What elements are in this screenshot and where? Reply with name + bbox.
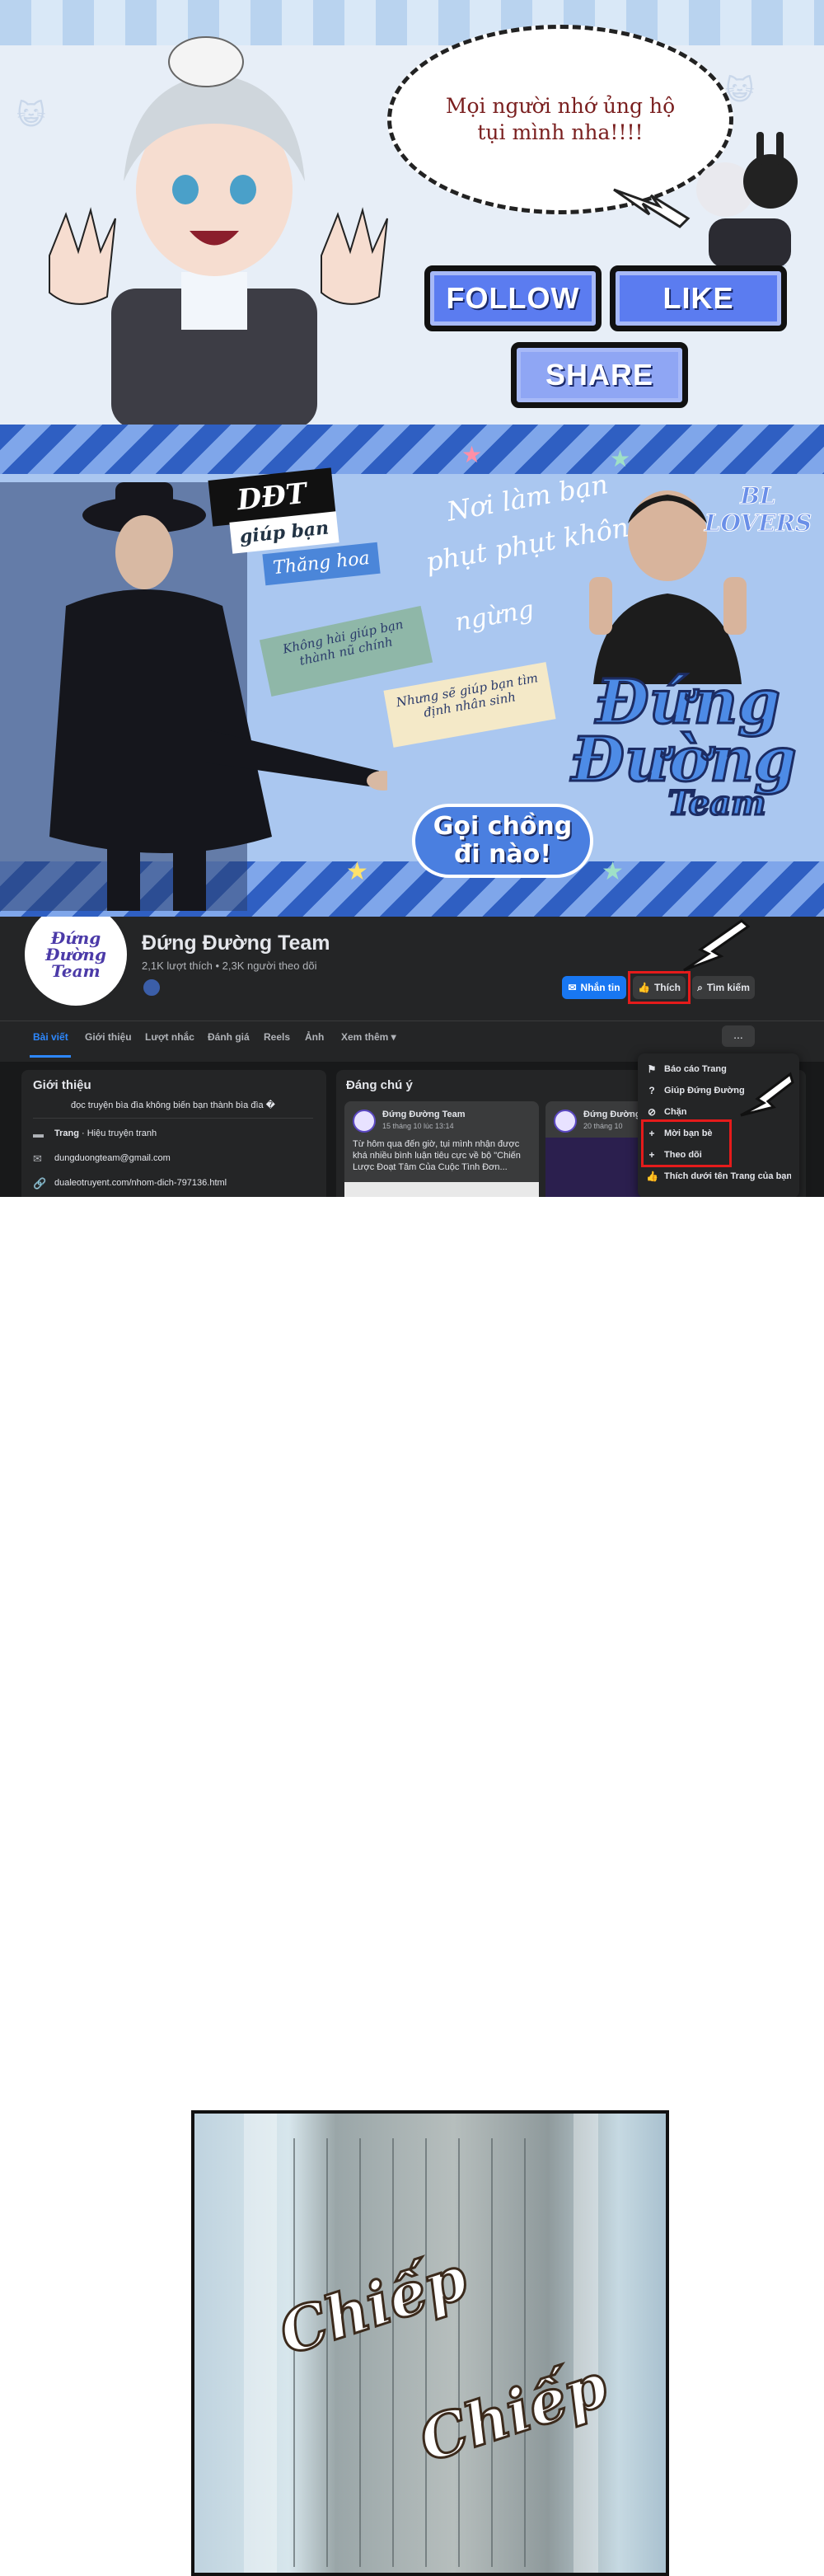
pointer-arrow-icon — [683, 919, 750, 972]
pointer-arrow-icon — [740, 1072, 794, 1117]
sound-effect-1: Chiếp — [269, 2241, 476, 2370]
category-text: · Hiệu truyện tranh — [78, 1128, 157, 1138]
like-icon: 👍 — [646, 1171, 658, 1182]
anime-boy-illustration — [49, 36, 388, 425]
blind-line — [359, 2138, 361, 2567]
mail-icon: ✉ — [33, 1152, 42, 1165]
window-frame — [244, 2114, 277, 2573]
post-date[interactable]: 20 tháng 10 — [583, 1122, 623, 1130]
team-title-line-1: Đứng — [594, 667, 781, 738]
search-icon: ⌕ — [697, 981, 703, 993]
intro-title: Giới thiệu — [33, 1078, 91, 1092]
comic-panel: Chiếp Chiếp — [191, 2110, 669, 2576]
post-image[interactable] — [344, 1182, 539, 1197]
highlight-box — [628, 971, 691, 1004]
page-avatar[interactable]: Đứng Đường Team — [21, 917, 130, 1009]
featured-title: Đáng chú ý — [346, 1078, 413, 1092]
divider — [33, 1118, 313, 1119]
call-husband-bubble: Gọi chồng đi nào! — [412, 804, 593, 878]
post-text-1: Từ hôm qua đến giờ, tụi mình nhận được — [353, 1139, 520, 1149]
post-date[interactable]: 15 tháng 10 lúc 13:14 — [382, 1122, 454, 1130]
follow-button[interactable]: FOLLOW — [424, 265, 602, 331]
menu-item-label: Chặn — [664, 1107, 687, 1117]
intro-bio: đọc truyện bìa đìa không biến bạn thành … — [71, 1100, 275, 1110]
chibi-couple-illustration — [696, 132, 798, 268]
pointer-arrow-icon — [613, 188, 691, 228]
page-name[interactable]: Đứng Đường Team — [142, 931, 330, 955]
like-button[interactable]: LIKE — [610, 265, 787, 331]
page-tabs: Bài viết Giới thiệu Lượt nhắc Đánh giá R… — [0, 1021, 824, 1058]
folder-icon: ▬ — [33, 1128, 44, 1140]
blind-line — [524, 2138, 526, 2567]
search-button-label: Tìm kiếm — [706, 982, 750, 993]
speech-line-2: tụi mình nha!!!! — [477, 120, 644, 144]
star-icon: ★ — [461, 441, 483, 468]
link-icon: 🔗 — [33, 1177, 47, 1189]
more-options-menu: ⚑ Báo cáo Trang ? Giúp Đứng Đường ⊘ Chặn + M… — [638, 1053, 799, 1197]
search-button[interactable]: ⌕ Tìm kiếm — [692, 976, 755, 999]
follower-avatar[interactable] — [142, 978, 162, 997]
active-tab-indicator — [30, 1055, 71, 1058]
team-title-line-2: Đường — [570, 725, 798, 795]
tab-photos[interactable]: Ảnh — [305, 1031, 324, 1043]
category-bold: Trang — [54, 1128, 79, 1138]
call-line-1: Gọi chồng — [433, 812, 573, 841]
page-category: Trang · Hiệu truyện tranh — [54, 1128, 157, 1138]
star-icon: ★ — [610, 445, 631, 472]
post-author-avatar — [554, 1110, 577, 1133]
blind-line — [491, 2138, 493, 2567]
tab-mentions[interactable]: Lượt nhắc — [145, 1031, 194, 1043]
more-options-button[interactable]: ... — [722, 1025, 755, 1047]
post-author[interactable]: Đứng Đường Team — [382, 1110, 466, 1119]
blind-line — [458, 2138, 460, 2567]
share-button[interactable]: SHARE — [511, 342, 688, 408]
page-link[interactable]: dualeotruyent.com/nhom-dich-797136.html — [54, 1178, 227, 1188]
menu-item-label: Giúp Đứng Đường — [664, 1086, 745, 1096]
menu-item-label: Báo cáo Trang — [664, 1064, 727, 1074]
team-cover-banner: DĐT giúp bạn Thăng hoa Nơi làm bạn phụt … — [0, 425, 824, 917]
window-frame — [574, 2114, 598, 2573]
bl-lovers-label: BL LOVERS — [704, 482, 812, 537]
team-title-line-3: Team — [667, 784, 767, 823]
page-email[interactable]: dungduongteam@gmail.com — [54, 1153, 171, 1163]
intro-card: Giới thiệu đọc truyện bìa đìa không biến… — [21, 1070, 326, 1197]
tab-reels[interactable]: Reels — [264, 1031, 290, 1043]
messenger-icon: ✉ — [568, 982, 577, 993]
call-line-2: đi nào! — [453, 840, 552, 869]
post-text-3: Lược Đoạt Tâm Của Cuộc Tình Đơn... — [353, 1162, 508, 1172]
post-text-2: khá nhiều bình luận tiêu cực về bộ "Chiế… — [353, 1151, 521, 1161]
help-icon: ? — [648, 1085, 655, 1096]
blind-line — [392, 2138, 394, 2567]
fb-page-header: Đứng Đường Team Đứng Đường Team 2,1K lượ… — [0, 917, 824, 1024]
tab-posts[interactable]: Bài viết — [33, 1031, 68, 1043]
tab-reviews[interactable]: Đánh giá — [208, 1031, 250, 1043]
star-icon: ★ — [602, 857, 624, 886]
speech-line-1: Mọi người nhớ ủng hộ — [445, 94, 676, 118]
featured-post[interactable]: Đứng Đường Team 15 tháng 10 lúc 13:14 Từ… — [344, 1101, 539, 1197]
tab-about[interactable]: Giới thiệu — [85, 1031, 132, 1043]
block-icon: ⊘ — [647, 1106, 657, 1118]
facebook-page-screenshot: Đứng Đường Team Đứng Đường Team 2,1K lượ… — [0, 917, 824, 1197]
support-banner: 😺 😺 ❄ 😺 Mọi người nhớ ủng hộ tụi mình nh… — [0, 0, 824, 425]
highlight-box — [641, 1119, 732, 1167]
message-button[interactable]: ✉ Nhắn tin — [562, 976, 626, 999]
tab-see-more[interactable]: Xem thêm ▾ — [341, 1031, 396, 1043]
report-icon: ⚑ — [647, 1063, 657, 1075]
menu-item-like-as-page[interactable]: 👍 Thích dưới tên Trang của bạn — [646, 1166, 791, 1187]
menu-item-label: Thích dưới tên Trang của bạn — [664, 1171, 791, 1181]
blind-line — [425, 2138, 427, 2567]
page-stats[interactable]: 2,1K lượt thích • 2,3K người theo dõi — [142, 960, 316, 972]
post-author-avatar — [353, 1110, 376, 1133]
star-icon: ★ — [346, 857, 368, 886]
message-button-label: Nhắn tin — [580, 982, 620, 993]
